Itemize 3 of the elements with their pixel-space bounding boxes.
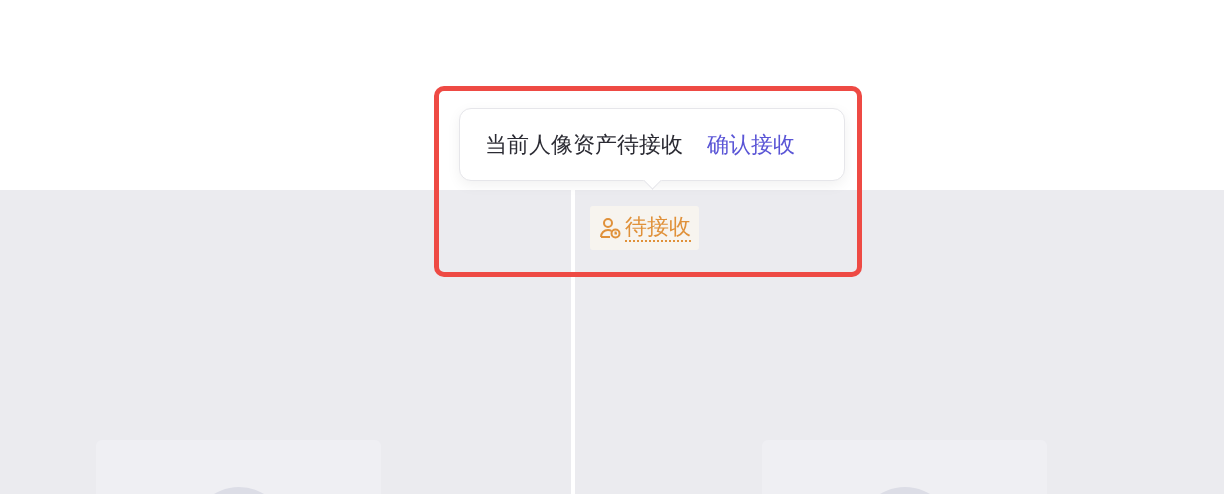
confirm-link[interactable]: 确认接收 — [707, 129, 795, 160]
tooltip-message: 当前人像资产待接收 — [485, 130, 683, 159]
user-clock-icon — [599, 217, 621, 239]
